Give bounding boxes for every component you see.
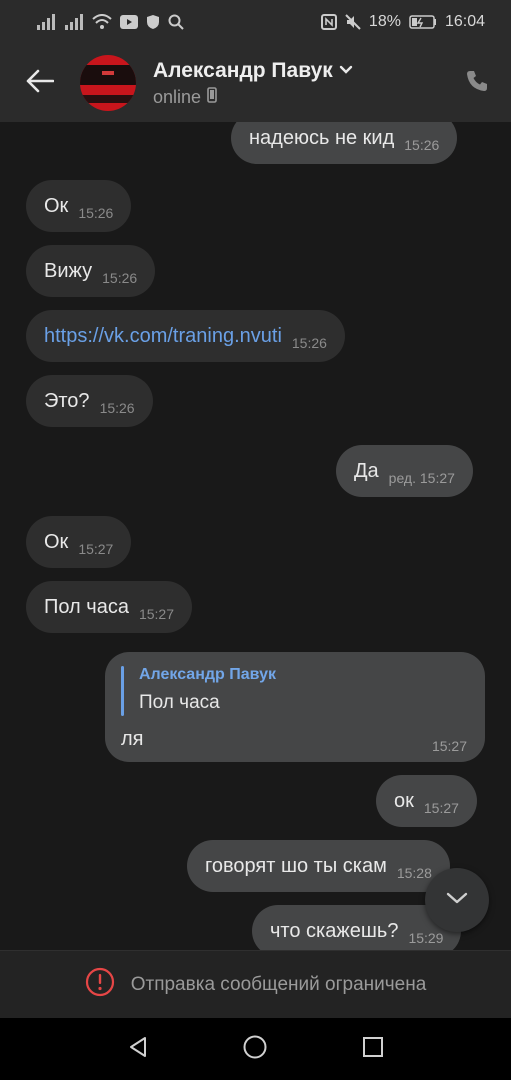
status-bar: 18% 16:04 bbox=[0, 0, 511, 44]
message-time: 15:26 bbox=[78, 205, 114, 221]
quote-bar bbox=[121, 666, 124, 716]
messaging-restricted-banner: Отправка сообщений ограничена bbox=[0, 950, 511, 1018]
battery-icon bbox=[409, 15, 437, 29]
message-text: Пол часа bbox=[44, 595, 129, 618]
contact-name: Александр Павук bbox=[153, 58, 333, 82]
search-icon bbox=[168, 14, 184, 30]
contact-title[interactable]: Александр Павук online bbox=[153, 59, 443, 108]
message-time: 15:27 bbox=[138, 606, 174, 622]
message-time: 15:29 bbox=[408, 930, 444, 946]
message-time: 15:27 bbox=[431, 738, 467, 754]
message-bubble[interactable]: говорят шо ты скам 15:28 bbox=[187, 840, 450, 892]
wifi-icon bbox=[92, 14, 112, 30]
quoted-text: Пол часа bbox=[139, 692, 220, 713]
message-time: 15:27 bbox=[78, 541, 114, 557]
back-button[interactable] bbox=[0, 44, 80, 122]
message-bubble[interactable]: Ок 15:27 bbox=[26, 516, 132, 568]
message-link[interactable]: https://vk.com/traning.nvuti bbox=[44, 325, 282, 348]
chat-header: Александр Павук online bbox=[0, 44, 511, 122]
message-text: Вижу bbox=[44, 259, 93, 282]
shield-icon bbox=[146, 14, 160, 30]
phone-device-icon bbox=[207, 86, 217, 108]
presence-status: online bbox=[153, 86, 202, 107]
message-time: 15:26 bbox=[99, 400, 135, 416]
system-nav-bar bbox=[0, 1018, 511, 1080]
message-time: 15:27 bbox=[423, 800, 459, 816]
message-text: Это? bbox=[44, 389, 90, 412]
chevron-down-icon bbox=[445, 891, 469, 910]
message-time: 15:26 bbox=[404, 137, 440, 153]
scroll-down-button[interactable] bbox=[425, 868, 489, 932]
message-text: говорят шо ты скам bbox=[205, 854, 387, 877]
clock: 16:04 bbox=[444, 13, 485, 30]
mute-icon bbox=[345, 14, 361, 30]
message-bubble[interactable]: https://vk.com/traning.nvuti 15:26 bbox=[26, 310, 345, 362]
message-time: 15:28 bbox=[396, 865, 432, 881]
youtube-icon bbox=[120, 15, 138, 29]
reply-message-bubble[interactable]: Александр Павук Пол часа ля 15:27 bbox=[105, 652, 485, 762]
message-text: Да bbox=[354, 459, 379, 482]
message-bubble[interactable]: Да ред. 15:27 bbox=[336, 445, 473, 497]
back-arrow-icon bbox=[26, 69, 55, 98]
message-time: ред. 15:27 bbox=[388, 470, 455, 486]
call-button[interactable] bbox=[443, 44, 511, 122]
nav-recents-icon[interactable] bbox=[361, 1035, 385, 1064]
message-text: ля bbox=[121, 728, 144, 750]
chevron-down-icon bbox=[339, 62, 353, 80]
message-text: что скажешь? bbox=[270, 919, 399, 942]
message-bubble[interactable]: ок 15:27 bbox=[376, 775, 477, 827]
warning-icon bbox=[85, 967, 115, 1002]
message-bubble[interactable]: Ок 15:26 bbox=[26, 180, 132, 232]
message-text: Ок bbox=[44, 194, 69, 217]
message-text: Ок bbox=[44, 530, 69, 553]
restricted-text: Отправка сообщений ограничена bbox=[130, 973, 427, 995]
avatar[interactable] bbox=[80, 55, 136, 111]
phone-call-icon bbox=[465, 69, 489, 98]
signal-icon bbox=[36, 14, 56, 30]
message-text: ок bbox=[394, 789, 414, 812]
message-time: 15:26 bbox=[291, 335, 327, 351]
message-bubble[interactable]: Пол часа 15:27 bbox=[26, 581, 192, 633]
message-time: 15:26 bbox=[102, 270, 138, 286]
signal-icon bbox=[64, 14, 84, 30]
message-bubble[interactable]: Это? 15:26 bbox=[26, 375, 153, 427]
message-text: надеюсь не кид bbox=[249, 126, 395, 149]
nav-back-icon[interactable] bbox=[126, 1035, 150, 1064]
nav-home-icon[interactable] bbox=[242, 1034, 268, 1065]
message-list[interactable]: надеюсь не кид 15:26 Ок 15:26 Вижу 15:26… bbox=[0, 122, 511, 950]
message-bubble[interactable]: надеюсь не кид 15:26 bbox=[231, 122, 458, 164]
nfc-icon bbox=[320, 14, 337, 30]
message-bubble[interactable]: Вижу 15:26 bbox=[26, 245, 156, 297]
quoted-author[interactable]: Александр Павук bbox=[139, 666, 276, 684]
battery-percent: 18% bbox=[368, 13, 401, 30]
